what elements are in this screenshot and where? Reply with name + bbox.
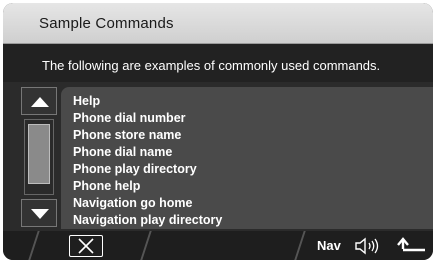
close-x-icon — [78, 238, 94, 254]
nav-label: Nav — [317, 238, 341, 253]
return-arrow-icon — [397, 237, 425, 252]
scroll-track[interactable] — [24, 119, 54, 195]
speaker-icon — [355, 237, 379, 255]
close-button[interactable] — [69, 235, 103, 257]
list-item[interactable]: Phone dial number — [73, 110, 222, 127]
list-item[interactable]: Phone dial name — [73, 144, 222, 161]
up-arrow-icon — [31, 97, 49, 107]
scrollbar[interactable] — [21, 87, 57, 227]
nav-voice-button[interactable]: Nav — [309, 235, 389, 257]
bottom-controls: Nav — [3, 231, 433, 260]
title-bar: Sample Commands — [3, 3, 433, 44]
screen-frame: Sample Commands The following are exampl… — [3, 3, 433, 260]
scroll-thumb[interactable] — [28, 124, 50, 184]
list-item[interactable]: Navigation go home — [73, 195, 222, 212]
down-arrow-icon — [31, 209, 49, 219]
list-item[interactable]: Help — [73, 93, 222, 110]
scroll-down-button[interactable] — [21, 199, 57, 227]
list-item[interactable]: Phone help — [73, 178, 222, 195]
list-item[interactable]: Navigation play directory — [73, 212, 222, 229]
command-list: Help Phone dial number Phone store name … — [73, 93, 222, 229]
list-item[interactable]: Phone store name — [73, 127, 222, 144]
intro-banner: The following are examples of commonly u… — [3, 44, 433, 82]
back-button[interactable] — [393, 235, 429, 257]
intro-text: The following are examples of commonly u… — [42, 58, 381, 73]
list-item[interactable]: Phone play directory — [73, 161, 222, 178]
page-title: Sample Commands — [39, 15, 174, 32]
command-list-panel: Help Phone dial number Phone store name … — [61, 87, 433, 229]
scroll-up-button[interactable] — [21, 87, 57, 115]
